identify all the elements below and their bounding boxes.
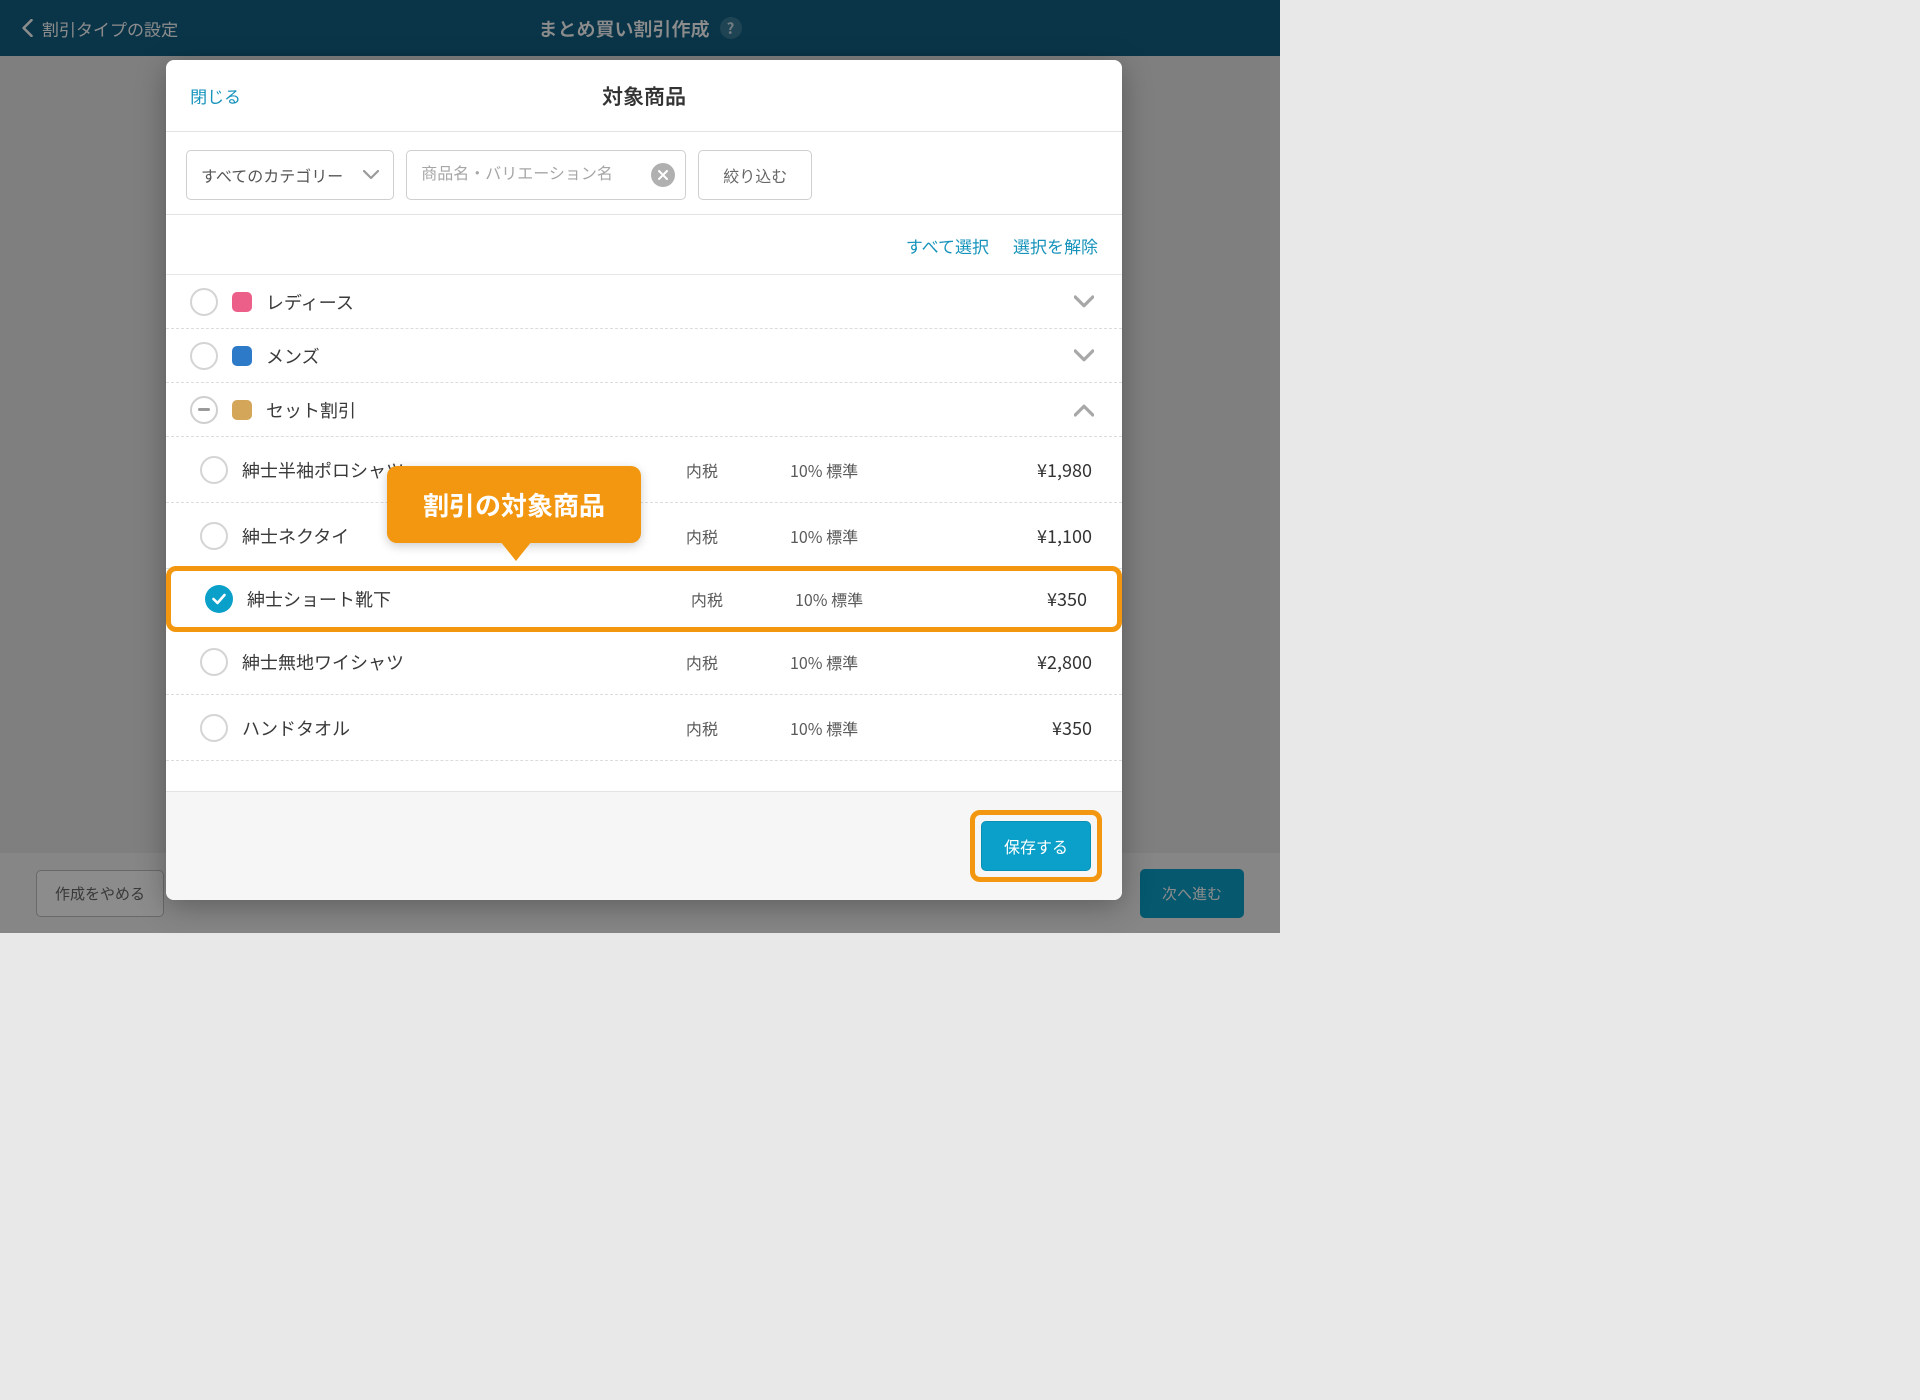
select-all-link[interactable]: すべて選択 <box>906 233 989 258</box>
rate-label: 10% 標準 <box>790 458 950 482</box>
bulk-actions: すべて選択 選択を解除 <box>166 215 1122 275</box>
product-name: 紳士無地ワイシャツ <box>242 649 672 675</box>
search-field <box>406 150 686 200</box>
modal-title: 対象商品 <box>602 81 686 111</box>
tax-label: 内税 <box>686 650 776 674</box>
color-swatch <box>232 292 252 312</box>
checkbox-partial[interactable] <box>190 396 218 424</box>
chevron-down-icon <box>1074 292 1094 312</box>
save-highlight: 保存する <box>970 810 1102 882</box>
product-row[interactable]: 紳士ネクタイ 内税 10% 標準 ¥1,100 <box>166 503 1122 569</box>
tax-label: 内税 <box>686 524 776 548</box>
checkbox[interactable] <box>190 288 218 316</box>
price-label: ¥350 <box>969 586 1093 612</box>
checkbox-checked[interactable] <box>205 585 233 613</box>
filter-button[interactable]: 絞り込む <box>698 150 812 200</box>
price-label: ¥350 <box>964 715 1098 741</box>
category-name: セット割引 <box>266 397 1056 423</box>
expand-toggle[interactable] <box>1070 342 1098 370</box>
search-input[interactable] <box>407 151 685 199</box>
checkbox[interactable] <box>200 456 228 484</box>
category-name: メンズ <box>266 343 1056 369</box>
modal-footer: 保存する <box>166 791 1122 900</box>
price-label: ¥1,100 <box>964 523 1098 549</box>
collapse-toggle[interactable] <box>1070 396 1098 424</box>
target-products-modal: 閉じる 対象商品 すべてのカテゴリー 絞り込む すべて選択 選択を解除 レディー… <box>166 60 1122 900</box>
modal-header: 閉じる 対象商品 <box>166 60 1122 132</box>
category-select[interactable]: すべてのカテゴリー <box>186 150 394 200</box>
tax-label: 内税 <box>686 716 776 740</box>
category-row-mens[interactable]: メンズ <box>166 329 1122 383</box>
product-row[interactable]: 紳士無地ワイシャツ 内税 10% 標準 ¥2,800 <box>166 629 1122 695</box>
color-swatch <box>232 400 252 420</box>
checkbox[interactable] <box>200 714 228 742</box>
rate-label: 10% 標準 <box>790 716 950 740</box>
product-name: ハンドタオル <box>242 715 672 741</box>
rate-label: 10% 標準 <box>790 524 950 548</box>
checkbox[interactable] <box>200 648 228 676</box>
price-label: ¥2,800 <box>964 649 1098 675</box>
product-row[interactable]: 紳士半袖ポロシャツ 内税 10% 標準 ¥1,980 <box>166 437 1122 503</box>
checkbox[interactable] <box>200 522 228 550</box>
checkbox[interactable] <box>190 342 218 370</box>
price-label: ¥1,980 <box>964 457 1098 483</box>
deselect-link[interactable]: 選択を解除 <box>1013 233 1098 258</box>
save-button[interactable]: 保存する <box>981 821 1091 871</box>
product-name: 紳士ショート靴下 <box>247 586 677 612</box>
product-row[interactable]: ハンドタオル 内税 10% 標準 ¥350 <box>166 695 1122 761</box>
close-button[interactable]: 閉じる <box>190 83 241 108</box>
chevron-up-icon <box>1074 400 1094 420</box>
checkmark-icon <box>212 593 226 605</box>
category-name: レディース <box>266 289 1056 315</box>
rate-label: 10% 標準 <box>790 650 950 674</box>
category-row-set-discount[interactable]: セット割引 <box>166 383 1122 437</box>
product-row-selected[interactable]: 紳士ショート靴下 内税 10% 標準 ¥350 <box>166 566 1122 632</box>
callout-bubble: 割引の対象商品 <box>387 466 641 543</box>
category-select-value: すべてのカテゴリー <box>201 163 343 187</box>
category-row-ladies[interactable]: レディース <box>166 275 1122 329</box>
tax-label: 内税 <box>691 587 781 611</box>
rate-label: 10% 標準 <box>795 587 955 611</box>
chevron-down-icon <box>1074 346 1094 366</box>
color-swatch <box>232 346 252 366</box>
expand-toggle[interactable] <box>1070 288 1098 316</box>
chevron-down-icon <box>363 170 379 180</box>
filter-bar: すべてのカテゴリー 絞り込む <box>166 132 1122 215</box>
tax-label: 内税 <box>686 458 776 482</box>
